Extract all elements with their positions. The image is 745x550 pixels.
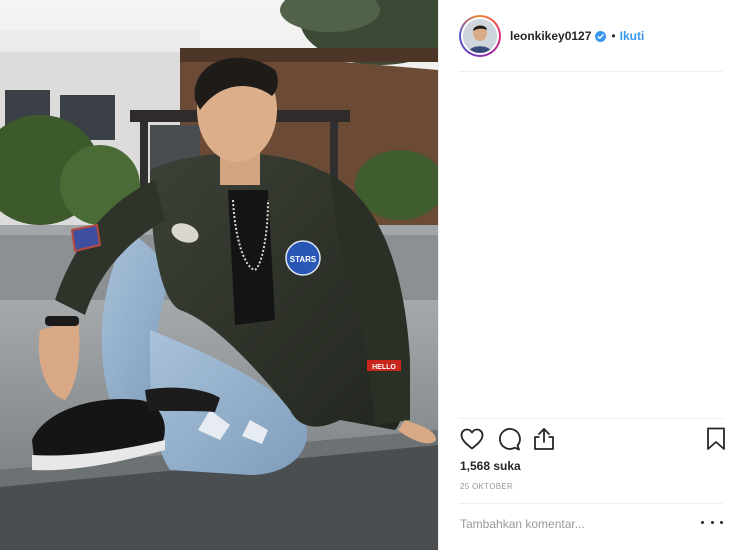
stars-patch: STARS: [290, 255, 317, 264]
like-button[interactable]: [459, 426, 485, 452]
post-header: leonkikey0127 • Ikuti: [439, 0, 745, 72]
save-button[interactable]: [703, 426, 729, 452]
comment-button[interactable]: [496, 426, 522, 452]
more-options-icon[interactable]: [701, 516, 723, 528]
heart-icon: [460, 428, 484, 450]
follow-button[interactable]: Ikuti: [620, 29, 645, 43]
header-divider: [459, 71, 723, 72]
add-comment-input[interactable]: Tambahkan komentar...: [460, 517, 585, 531]
verified-badge-icon: [595, 30, 607, 42]
share-icon: [534, 428, 554, 450]
post-photo[interactable]: STARS HELLO: [0, 0, 438, 550]
post-actions: [459, 426, 725, 452]
username-link[interactable]: leonkikey0127: [510, 29, 591, 43]
separator-dot: •: [611, 29, 616, 43]
post-side-panel: leonkikey0127 • Ikuti 1,568 suka 25 OKTO…: [438, 0, 745, 550]
avatar-image: [463, 19, 497, 53]
comment-divider: [459, 503, 723, 504]
share-button[interactable]: [531, 426, 557, 452]
bookmark-icon: [707, 427, 725, 450]
avatar[interactable]: [463, 19, 497, 53]
post-image: STARS HELLO: [0, 0, 438, 550]
post-date: 25 OKTOBER: [460, 482, 514, 491]
comment-icon: [499, 428, 521, 451]
avatar-story-ring[interactable]: [459, 15, 501, 57]
hello-patch: HELLO: [372, 364, 396, 371]
likes-count[interactable]: 1,568 suka: [460, 459, 521, 473]
actions-divider: [459, 418, 723, 419]
